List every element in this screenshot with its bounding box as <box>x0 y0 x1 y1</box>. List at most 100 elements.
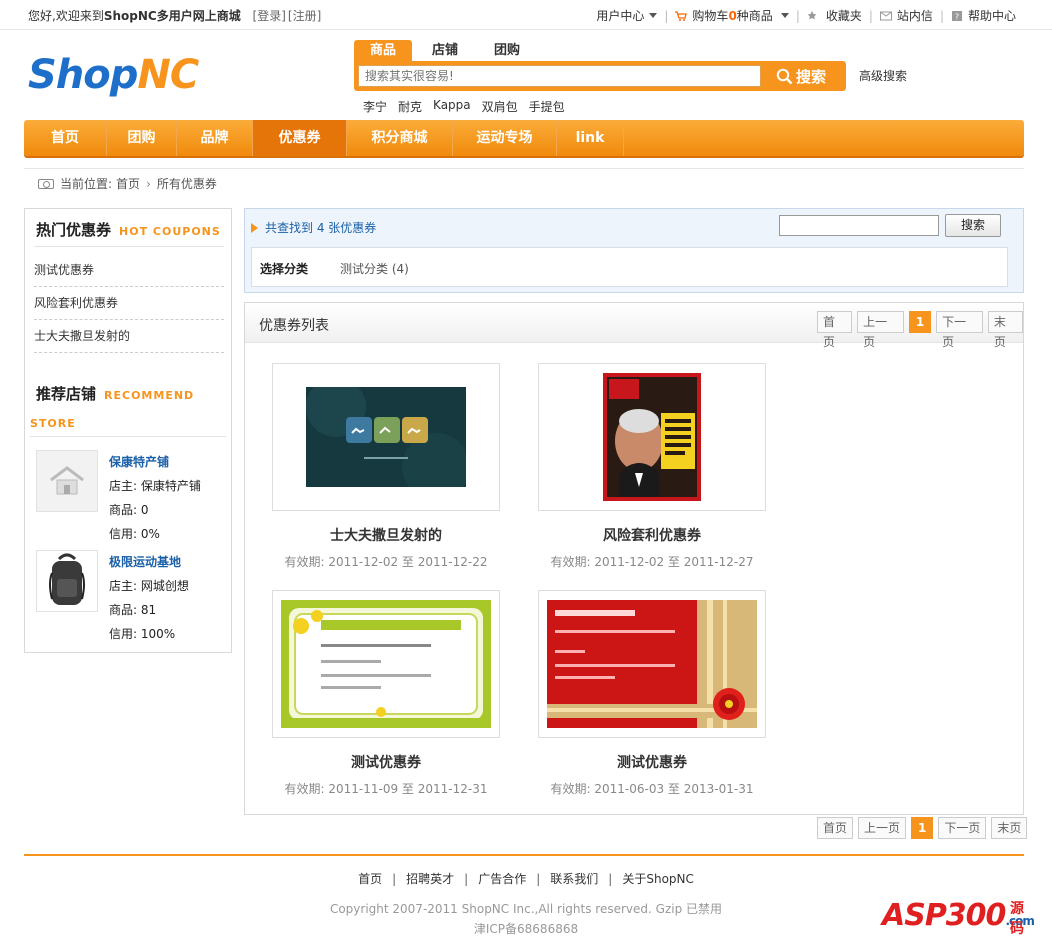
coupon-image-frame[interactable] <box>272 363 500 511</box>
register-link[interactable]: [注册] <box>288 9 321 23</box>
coupon-image-frame[interactable] <box>538 590 766 738</box>
recommend-en-store: STORE <box>30 417 76 430</box>
user-center-label: 用户中心 <box>596 9 645 23</box>
top-right-menu: 用户中心 | 购物车 0 种商品 | 收藏夹 | 站内信 | ? 帮助中心 <box>596 7 1016 24</box>
divider <box>24 168 1024 169</box>
coupon-image-frame[interactable] <box>538 363 766 511</box>
coupon-name-link[interactable]: 风险套利优惠券 <box>538 525 766 545</box>
footer-link-home[interactable]: 首页 <box>358 872 382 886</box>
user-center-menu[interactable]: 用户中心 <box>596 7 658 24</box>
store-thumbnail[interactable] <box>36 450 98 512</box>
divider: | <box>795 8 800 23</box>
location-icon <box>38 178 54 189</box>
tab-groupbuy[interactable]: 团购 <box>478 40 536 62</box>
store-thumbnail[interactable] <box>36 550 98 612</box>
tab-stores[interactable]: 店铺 <box>416 40 474 62</box>
coupon-name-link[interactable]: 测试优惠券 <box>272 752 500 772</box>
divider: | <box>939 8 944 23</box>
cart-menu[interactable]: 购物车 0 种商品 <box>675 7 789 24</box>
advanced-search-link[interactable]: 高级搜索 <box>859 67 907 84</box>
footer-link-about[interactable]: 关于ShopNC <box>622 872 694 886</box>
watermark-text: ASP300 <box>882 898 1006 933</box>
hot-keyword[interactable]: Kappa <box>433 98 471 115</box>
hot-keyword[interactable]: 耐克 <box>398 98 422 115</box>
tab-goods[interactable]: 商品 <box>354 40 412 62</box>
store-name-link[interactable]: 保康特产铺 <box>109 450 201 474</box>
hot-keyword[interactable]: 双肩包 <box>482 98 518 115</box>
footer-link-ads[interactable]: 广告合作 <box>478 872 526 886</box>
nav-item-coupons[interactable]: 优惠券 <box>253 120 347 156</box>
nav-item-sports[interactable]: 运动专场 <box>453 120 557 156</box>
pager-first[interactable]: 首页 <box>817 311 853 349</box>
divider <box>34 246 224 247</box>
sidebar-coupon-link[interactable]: 测试优惠券 <box>34 254 224 287</box>
nav-item-groupbuy[interactable]: 团购 <box>107 120 177 156</box>
hot-keywords: 李宁 耐克 Kappa 双肩包 手提包 <box>363 98 576 115</box>
welcome-label: 您好,欢迎来到 <box>28 9 104 23</box>
coupon-list-panel: 优惠券列表 首页 上一页 1 下一页 末页 士大夫撒旦发射的 有效期: 2011… <box>244 302 1024 815</box>
search-button[interactable]: 搜索 <box>762 65 840 87</box>
search-button-label: 搜索 <box>795 67 826 86</box>
arrow-right-icon <box>251 222 258 233</box>
pager-next[interactable]: 下一页 <box>936 311 983 349</box>
pager-last[interactable]: 末页 <box>991 817 1028 839</box>
pager-top: 首页 上一页 1 下一页 末页 <box>812 311 1023 349</box>
category-option[interactable]: 测试分类 (4) <box>340 260 409 277</box>
house-icon <box>50 466 84 495</box>
cart-label: 购物车 <box>692 9 729 23</box>
footer-link-contact[interactable]: 联系我们 <box>550 872 598 886</box>
pager-prev[interactable]: 上一页 <box>857 311 904 349</box>
breadcrumb-home[interactable]: 首页 <box>116 175 140 192</box>
coupon-search-input[interactable] <box>779 215 939 236</box>
pager-current[interactable]: 1 <box>908 311 932 333</box>
coupon-search-button[interactable]: 搜索 <box>945 214 1001 237</box>
recommend-en: RECOMMEND <box>104 389 195 402</box>
site-name: ShopNC多用户网上商城 <box>103 9 241 23</box>
coupon-validity: 有效期: 2011-12-02 至 2011-12-22 <box>284 555 488 569</box>
site-logo[interactable]: ShopNC <box>28 52 199 98</box>
sidebar: 热门优惠券 HOT COUPONS 测试优惠券 风险套利优惠券 士大夫撒旦发射的 … <box>24 208 232 653</box>
favorites-label: 收藏夹 <box>825 9 862 23</box>
pager-first[interactable]: 首页 <box>817 817 854 839</box>
hot-coupons-en: HOT COUPONS <box>119 225 221 238</box>
messages-link[interactable]: 站内信 <box>879 7 933 24</box>
pager-last[interactable]: 末页 <box>987 311 1023 349</box>
sidebar-coupon-link[interactable]: 风险套利优惠券 <box>34 287 224 320</box>
sidebar-coupon-link[interactable]: 士大夫撒旦发射的 <box>34 320 224 353</box>
breadcrumb-current: 所有优惠券 <box>156 177 217 191</box>
divider <box>30 436 226 437</box>
store-credit: 信用: 100% <box>109 627 176 641</box>
footer-link-jobs[interactable]: 招聘英才 <box>406 872 454 886</box>
divider: | <box>464 872 469 886</box>
pager-current[interactable]: 1 <box>911 817 934 839</box>
nav-item-link[interactable]: link <box>557 120 624 156</box>
hot-keyword[interactable]: 手提包 <box>529 98 565 115</box>
coupon-image-frame[interactable] <box>272 590 500 738</box>
footer-divider <box>24 854 1024 856</box>
login-link[interactable]: [登录] <box>253 9 286 23</box>
hot-keyword[interactable]: 李宁 <box>363 98 387 115</box>
recommend-store-title: 推荐店铺 RECOMMEND <box>36 383 194 404</box>
chevron-right-icon: › <box>146 176 151 191</box>
search-input[interactable] <box>358 65 761 87</box>
footer-links: 首页 | 招聘英才 | 广告合作 | 联系我们 | 关于ShopNC <box>0 870 1052 887</box>
nav-item-brand[interactable]: 品牌 <box>177 120 253 156</box>
coupon-name-link[interactable]: 测试优惠券 <box>538 752 766 772</box>
list-header: 优惠券列表 首页 上一页 1 下一页 末页 <box>245 303 1023 349</box>
pager-next[interactable]: 下一页 <box>938 817 987 839</box>
favorites-link[interactable]: 收藏夹 <box>807 7 862 24</box>
divider: | <box>608 872 613 886</box>
mail-icon <box>879 11 892 20</box>
store-name-link[interactable]: 极限运动基地 <box>109 550 189 574</box>
store-owner: 店主: 保康特产铺 <box>109 479 201 493</box>
coupon-validity: 有效期: 2011-12-02 至 2011-12-27 <box>550 555 754 569</box>
pager-prev[interactable]: 上一页 <box>858 817 907 839</box>
store-info: 极限运动基地 店主: 网城创想 商品: 81 信用: 100% <box>109 550 189 646</box>
nav-item-points-mall[interactable]: 积分商城 <box>347 120 453 156</box>
coupon-name-link[interactable]: 士大夫撒旦发射的 <box>272 525 500 545</box>
nav-item-home[interactable]: 首页 <box>24 120 107 156</box>
help-label: 帮助中心 <box>967 9 1016 23</box>
search-box: 搜索 <box>354 61 846 91</box>
main-nav: 首页 团购 品牌 优惠券 积分商城 运动专场 link <box>24 120 1024 156</box>
help-link[interactable]: ? 帮助中心 <box>951 7 1016 24</box>
